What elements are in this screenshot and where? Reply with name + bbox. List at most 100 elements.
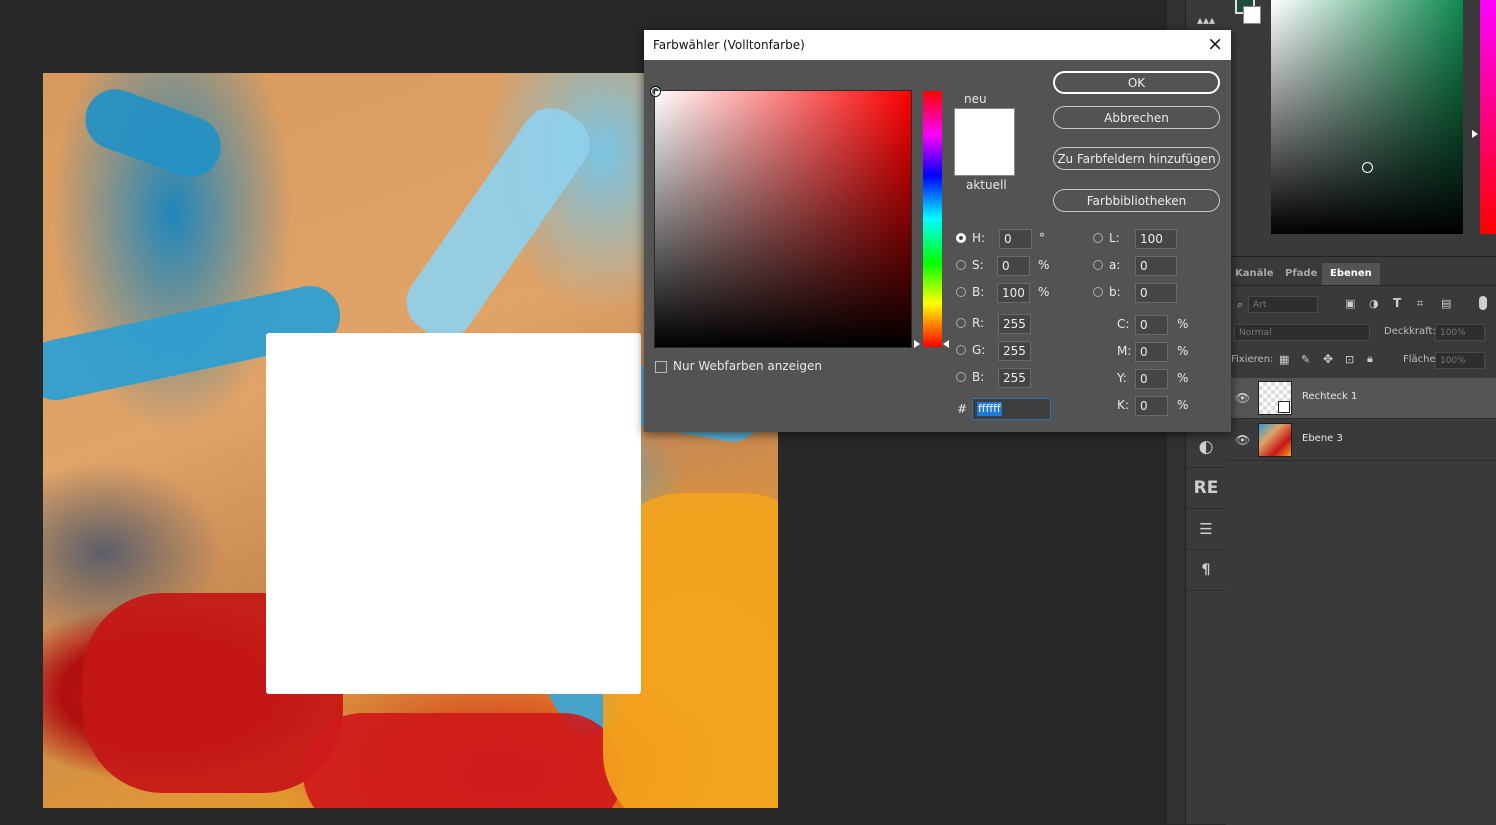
label-l: L: xyxy=(1109,231,1120,245)
lock-position-icon[interactable]: ✥ xyxy=(1323,352,1333,366)
color-field[interactable] xyxy=(651,87,912,348)
lock-all-icon[interactable]: 🔒︎ xyxy=(1367,352,1373,366)
adjustments-icon[interactable]: ◐ xyxy=(1186,427,1226,468)
radio-h[interactable] xyxy=(956,233,966,243)
color-panel-hue-slider[interactable] xyxy=(1480,0,1496,234)
hue-slider[interactable] xyxy=(923,91,942,347)
web-colors-checkbox[interactable] xyxy=(655,361,667,373)
label-g: G: xyxy=(972,343,986,357)
input-y[interactable]: 0 xyxy=(1135,369,1168,389)
label-y: Y: xyxy=(1117,371,1127,385)
label-m: M: xyxy=(1117,344,1132,358)
paragraph-icon[interactable]: ¶ xyxy=(1186,550,1226,591)
shape-filter-icon[interactable]: ⌗ xyxy=(1417,297,1423,311)
field-row-l: L: 100 xyxy=(1093,229,1193,249)
layer-row-ebene-3[interactable]: 👁︎ Ebene 3 xyxy=(1226,420,1496,461)
adjustment-filter-icon[interactable]: ◑ xyxy=(1369,297,1379,310)
filter-toggle-icon[interactable] xyxy=(1479,296,1487,310)
dialog-title: Farbwähler (Volltonfarbe) xyxy=(653,38,805,52)
radio-blue[interactable] xyxy=(956,372,966,382)
label-k: K: xyxy=(1117,398,1129,412)
tab-ebenen[interactable]: Ebenen xyxy=(1322,263,1380,285)
hue-slider-left-arrow-icon[interactable] xyxy=(914,340,920,348)
label-r: R: xyxy=(972,316,985,330)
label-a: a: xyxy=(1109,258,1121,272)
field-row-b: B: 100 % xyxy=(956,283,1056,303)
label-b: B: xyxy=(972,285,985,299)
new-color-label: neu xyxy=(964,92,987,106)
input-blue[interactable]: 255 xyxy=(998,368,1031,388)
lock-transparent-icon[interactable]: ▦ xyxy=(1279,353,1289,366)
background-color-swatch[interactable] xyxy=(1243,6,1261,24)
field-row-blue: B: 255 xyxy=(956,368,1056,388)
label-blue: B: xyxy=(972,370,985,384)
unit-m: % xyxy=(1177,344,1189,358)
layers-panel: Kanäle Pfade Ebenen ⌕ Art ▣ ◑ T ⌗ ▤ Norm… xyxy=(1226,256,1496,825)
color-panel-marker-icon[interactable] xyxy=(1362,162,1373,173)
blend-mode-select[interactable]: Normal xyxy=(1234,324,1370,341)
dialog-titlebar[interactable]: Farbwähler (Volltonfarbe) × xyxy=(644,30,1231,60)
radio-b[interactable] xyxy=(956,287,966,297)
field-row-lab-b: b: 0 xyxy=(1093,283,1193,303)
radio-lab-b[interactable] xyxy=(1093,287,1103,297)
unit-s: % xyxy=(1038,258,1050,272)
opacity-input[interactable]: 100% xyxy=(1435,324,1485,341)
input-h[interactable]: 0 xyxy=(999,229,1032,249)
current-color-label: aktuell xyxy=(966,178,1007,192)
field-row-m: M: 0 % xyxy=(1117,342,1217,362)
blend-row: Normal Deckkraft: 100% xyxy=(1226,322,1496,348)
canvas-red-cloth xyxy=(303,713,623,808)
layer-filter-select[interactable]: Art xyxy=(1248,296,1318,313)
input-a[interactable]: 0 xyxy=(1135,256,1177,276)
image-filter-icon[interactable]: ▣ xyxy=(1345,297,1355,310)
label-c: C: xyxy=(1117,317,1130,331)
input-b[interactable]: 100 xyxy=(997,283,1030,303)
radio-r[interactable] xyxy=(956,318,966,328)
add-to-swatches-button[interactable]: Zu Farbfeldern hinzufügen xyxy=(1053,147,1220,170)
ok-button[interactable]: OK xyxy=(1053,71,1220,94)
input-r[interactable]: 255 xyxy=(998,314,1031,334)
smartobject-filter-icon[interactable]: ▤ xyxy=(1441,297,1451,310)
fill-label: Fläche: xyxy=(1403,354,1440,365)
canvas-ribbon-shape xyxy=(394,96,602,350)
field-row-h: H: 0 ° xyxy=(956,229,1056,249)
unit-h: ° xyxy=(1039,231,1045,245)
properties-sliders-icon[interactable]: ☰ xyxy=(1186,509,1226,550)
fill-input[interactable]: 100% xyxy=(1435,352,1485,369)
input-lab-b[interactable]: 0 xyxy=(1135,283,1177,303)
layer-row-rechteck-1[interactable]: 👁︎ Rechteck 1 xyxy=(1226,378,1496,419)
layer-name: Rechteck 1 xyxy=(1302,391,1358,402)
tab-kanaele[interactable]: Kanäle xyxy=(1235,263,1274,285)
field-row-y: Y: 0 % xyxy=(1117,369,1217,389)
color-libraries-button[interactable]: Farbbibliotheken xyxy=(1053,189,1220,212)
re-icon[interactable]: RE xyxy=(1186,468,1226,509)
input-g[interactable]: 255 xyxy=(998,341,1031,361)
eye-icon[interactable]: 👁︎ xyxy=(1235,391,1250,405)
lock-artboard-icon[interactable]: ⊡ xyxy=(1345,353,1354,366)
lock-paint-icon[interactable]: ✎ xyxy=(1301,353,1310,366)
rectangle-shape[interactable] xyxy=(266,333,641,694)
cancel-button[interactable]: Abbrechen xyxy=(1053,106,1220,129)
color-panel-field[interactable] xyxy=(1271,0,1463,234)
input-c[interactable]: 0 xyxy=(1135,315,1168,335)
input-s[interactable]: 0 xyxy=(997,256,1030,276)
color-field-marker-icon[interactable] xyxy=(651,87,660,96)
hex-input[interactable]: ffffff xyxy=(972,398,1051,420)
type-filter-icon[interactable]: T xyxy=(1393,296,1401,310)
eye-icon[interactable]: 👁︎ xyxy=(1235,433,1250,447)
field-row-g: G: 255 xyxy=(956,341,1056,361)
input-l[interactable]: 100 xyxy=(1135,229,1177,249)
hue-slider-right-arrow-icon[interactable] xyxy=(943,340,949,348)
unit-c: % xyxy=(1177,317,1189,331)
input-k[interactable]: 0 xyxy=(1135,396,1168,416)
canvas-ribbon-shape xyxy=(76,80,230,186)
input-m[interactable]: 0 xyxy=(1135,342,1168,362)
radio-l[interactable] xyxy=(1093,233,1103,243)
tab-pfade[interactable]: Pfade xyxy=(1285,263,1317,285)
lock-label: Fixieren: xyxy=(1231,354,1274,365)
radio-g[interactable] xyxy=(956,345,966,355)
radio-a[interactable] xyxy=(1093,260,1103,270)
field-row-c: C: 0 % xyxy=(1117,315,1217,335)
close-icon[interactable]: × xyxy=(1207,33,1223,55)
radio-s[interactable] xyxy=(956,260,966,270)
